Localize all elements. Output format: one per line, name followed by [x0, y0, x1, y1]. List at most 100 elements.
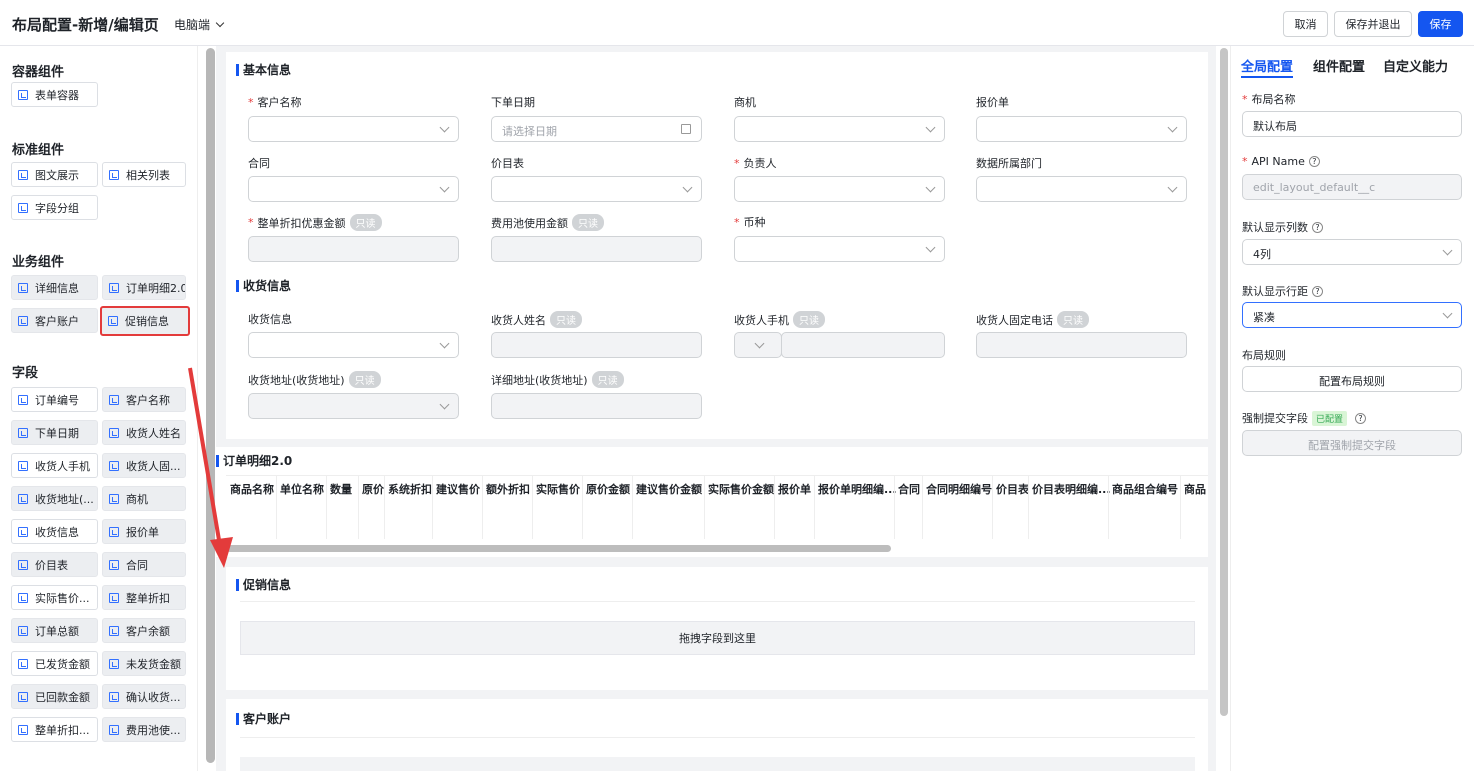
chip-label: 未发货金额: [126, 657, 181, 671]
chip-label: 整单折扣: [126, 591, 170, 605]
field-icon: [109, 460, 119, 471]
field-icon: [18, 427, 28, 438]
field-chip[interactable]: 价目表: [11, 552, 98, 577]
contract-select[interactable]: [248, 176, 459, 202]
chip-label: 合同: [126, 558, 148, 572]
department-select[interactable]: [976, 176, 1187, 202]
field-label-contract: 合同: [248, 157, 270, 170]
chip-label: 相关列表: [126, 168, 170, 182]
basic-info-card: 基本信息 * 客户名称 下单日期 请选择日期 商机 报价单 合同 价目表 * 负责人…: [226, 52, 1208, 439]
save-button[interactable]: 保存: [1418, 11, 1463, 37]
table-header-cell: 价目表明细编...: [1032, 483, 1111, 496]
field-label-fee-pool: 费用池使用金额 只读: [491, 214, 604, 231]
tab-global-config[interactable]: 全局配置: [1241, 56, 1293, 75]
field-chip[interactable]: 收货人手机: [11, 453, 98, 478]
discount-amount-input: [248, 236, 459, 262]
field-chip[interactable]: 确认收货...: [102, 684, 186, 709]
component-icon: [109, 169, 119, 180]
table-scrollbar[interactable]: [226, 545, 891, 552]
chip-label: 实际售价...: [35, 591, 90, 605]
field-chip[interactable]: 商机: [102, 486, 186, 511]
field-icon: [18, 493, 28, 504]
field-chip[interactable]: 合同: [102, 552, 186, 577]
field-label-detail-address: 详细地址(收货地址) 只读: [491, 371, 624, 388]
field-chip[interactable]: 费用池使...: [102, 717, 186, 742]
opportunity-select[interactable]: [734, 116, 945, 142]
columns-select[interactable]: 4列: [1242, 239, 1462, 265]
chip-label: 价目表: [35, 558, 68, 572]
component-customer-account[interactable]: 客户账户: [11, 308, 98, 333]
component-order-detail[interactable]: 订单明细2.0: [102, 275, 186, 300]
component-form-container[interactable]: 表单容器: [11, 82, 98, 107]
field-chip[interactable]: 整单折扣: [102, 585, 186, 610]
component-detail-info[interactable]: 详细信息: [11, 275, 98, 300]
field-chip[interactable]: 未发货金额: [102, 651, 186, 676]
price-list-select[interactable]: [491, 176, 702, 202]
field-chip[interactable]: 收货人姓名: [102, 420, 186, 445]
promotion-title: 促销信息: [236, 579, 291, 591]
field-chip[interactable]: 下单日期: [11, 420, 98, 445]
field-chip[interactable]: 收货地址(...: [11, 486, 98, 511]
table-header-cell: 实际售价金额: [708, 483, 774, 496]
customer-select[interactable]: [248, 116, 459, 142]
field-label-customer: * 客户名称: [248, 95, 302, 110]
field-chip[interactable]: 实际售价...: [11, 585, 98, 610]
component-icon: [18, 315, 28, 326]
field-chip[interactable]: 已回款金额: [11, 684, 98, 709]
row-spacing-select[interactable]: 紧凑: [1242, 302, 1462, 328]
customer-account-title: 客户账户: [236, 713, 291, 725]
chip-label: 图文展示: [35, 168, 79, 182]
left-scrollbar[interactable]: [206, 48, 215, 763]
chevron-down-icon: [439, 122, 450, 133]
field-chip[interactable]: 客户余额: [102, 618, 186, 643]
field-chip[interactable]: 整单折扣...: [11, 717, 98, 742]
field-chip[interactable]: 订单总额: [11, 618, 98, 643]
layout-rules-label: 布局规则: [1242, 349, 1286, 362]
chevron-down-icon: [439, 182, 450, 193]
tab-component-config[interactable]: 组件配置: [1313, 56, 1365, 75]
component-field-group[interactable]: 字段分组: [11, 195, 98, 220]
order-date-picker[interactable]: 请选择日期: [491, 116, 702, 142]
component-promotion-info[interactable]: 促销信息: [100, 306, 190, 336]
tab-custom-capability[interactable]: 自定义能力: [1383, 56, 1448, 75]
receiver-name-input: [491, 332, 702, 358]
chevron-down-icon: [682, 182, 693, 193]
shipping-info-select[interactable]: [248, 332, 459, 358]
field-chip[interactable]: 报价单: [102, 519, 186, 544]
chip-label: 表单容器: [35, 88, 79, 102]
configure-force-submit-button[interactable]: 配置强制提交字段: [1242, 430, 1462, 456]
quote-select[interactable]: [976, 116, 1187, 142]
field-chip[interactable]: 订单编号: [11, 387, 98, 412]
help-icon: ?: [1355, 412, 1367, 424]
layout-name-input[interactable]: 默认布局: [1242, 111, 1462, 137]
basic-info-title: 基本信息: [236, 64, 291, 76]
cancel-button[interactable]: 取消: [1283, 11, 1328, 37]
field-label-order-date: 下单日期: [491, 96, 535, 109]
component-related-list[interactable]: 相关列表: [102, 162, 186, 187]
field-icon: [109, 724, 119, 735]
field-label-price-list: 价目表: [491, 157, 524, 170]
drop-zone[interactable]: 拖拽字段到这里: [240, 621, 1195, 655]
customer-account-card: 客户账户: [226, 699, 1208, 771]
field-chip[interactable]: 收货信息: [11, 519, 98, 544]
save-exit-button[interactable]: 保存并退出: [1334, 11, 1412, 37]
field-chip[interactable]: 收货人固...: [102, 453, 186, 478]
owner-select[interactable]: [734, 176, 945, 202]
receiver-phone-input: [781, 332, 945, 358]
field-chip[interactable]: 已发货金额: [11, 651, 98, 676]
table-header-cell: 报价单明细编...: [818, 483, 897, 496]
field-label-quote: 报价单: [976, 96, 1009, 109]
chevron-down-icon: [1442, 245, 1453, 256]
field-icon: [109, 691, 119, 702]
device-select[interactable]: 电脑端: [174, 16, 225, 33]
chip-label: 收货人固...: [126, 459, 181, 473]
component-image-text[interactable]: 图文展示: [11, 162, 98, 187]
configure-rules-button[interactable]: 配置布局规则: [1242, 366, 1462, 392]
field-chip[interactable]: 客户名称: [102, 387, 186, 412]
chevron-down-icon: [439, 399, 450, 410]
canvas-scrollbar[interactable]: [1220, 48, 1228, 716]
chevron-down-icon: [925, 182, 936, 193]
currency-select[interactable]: [734, 236, 945, 262]
help-icon: ?: [1308, 156, 1320, 167]
chip-label: 促销信息: [125, 315, 169, 328]
